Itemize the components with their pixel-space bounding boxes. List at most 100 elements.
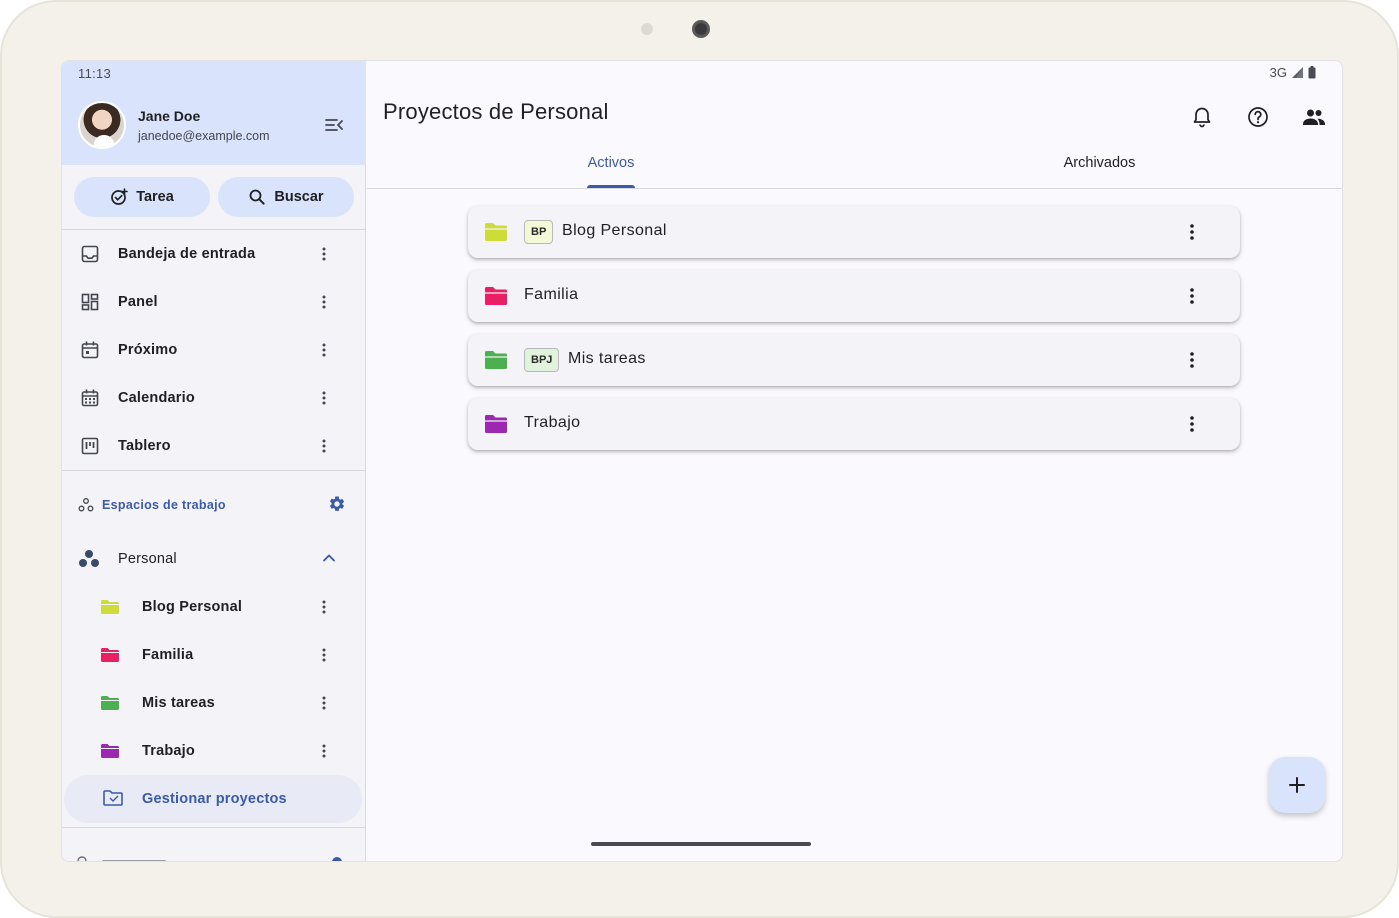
top-actions bbox=[1182, 97, 1334, 137]
plus-icon bbox=[1289, 777, 1305, 793]
more-options-icon[interactable] bbox=[1180, 284, 1204, 308]
more-options-icon[interactable] bbox=[314, 244, 334, 264]
nav-item-label: Panel bbox=[118, 294, 158, 310]
project-label: Mis tareas bbox=[142, 695, 215, 711]
more-options-icon[interactable] bbox=[314, 645, 334, 665]
divider bbox=[62, 827, 366, 828]
project-label: Blog Personal bbox=[142, 599, 243, 615]
bell-icon bbox=[1193, 107, 1211, 128]
tab-indicator bbox=[587, 185, 635, 188]
workspaces-header: Espacios de trabajo bbox=[62, 485, 366, 525]
tab-archived[interactable]: Archivados bbox=[855, 155, 1342, 171]
project-name: Trabajo bbox=[524, 414, 581, 431]
project-badge: BPJ bbox=[524, 348, 560, 372]
more-options-icon[interactable] bbox=[314, 292, 334, 312]
more-options-icon[interactable] bbox=[314, 388, 334, 408]
folder-icon bbox=[484, 350, 508, 375]
project-card-mis-tareas[interactable]: BPJ Mis tareas bbox=[468, 334, 1240, 386]
members-button[interactable] bbox=[1294, 97, 1334, 137]
page-title: Proyectos de Personal bbox=[383, 99, 609, 124]
nav-item-label: Bandeja de entrada bbox=[118, 246, 256, 262]
network-type: 3G bbox=[1269, 65, 1287, 80]
more-options-icon[interactable] bbox=[314, 436, 334, 456]
notifications-button[interactable] bbox=[1182, 97, 1222, 137]
add-task-icon bbox=[111, 188, 128, 205]
avatar[interactable] bbox=[78, 101, 126, 149]
sensor-dot bbox=[641, 23, 653, 35]
search-button[interactable]: Buscar bbox=[218, 177, 354, 217]
divider bbox=[62, 470, 366, 471]
calendar-today-icon bbox=[78, 338, 102, 362]
more-options-icon[interactable] bbox=[314, 340, 334, 360]
folder-icon bbox=[100, 599, 120, 620]
dashboard-icon bbox=[78, 290, 102, 314]
new-task-label: Tarea bbox=[136, 189, 174, 205]
battery-icon bbox=[1308, 66, 1316, 79]
search-icon bbox=[250, 189, 266, 205]
tabs: Activos Archivados bbox=[367, 147, 1342, 189]
people-icon bbox=[1303, 109, 1325, 125]
home-indicator[interactable] bbox=[591, 842, 811, 846]
quick-actions: Tarea Buscar bbox=[74, 177, 354, 217]
project-badge: BP bbox=[524, 220, 554, 244]
folder-manage-icon bbox=[102, 789, 124, 812]
workspace-personal[interactable]: Personal bbox=[62, 535, 366, 583]
tab-active[interactable]: Activos bbox=[367, 155, 855, 171]
gear-icon[interactable] bbox=[328, 495, 346, 518]
folder-icon bbox=[100, 695, 120, 716]
search-label: Buscar bbox=[274, 189, 324, 205]
workspaces-icon bbox=[78, 497, 94, 518]
nav-item-label: Próximo bbox=[118, 342, 178, 358]
project-item-mis-tareas[interactable]: Mis tareas bbox=[62, 679, 366, 727]
chevron-up-icon[interactable] bbox=[320, 549, 338, 572]
inbox-icon bbox=[78, 242, 102, 266]
new-task-button[interactable]: Tarea bbox=[74, 177, 210, 217]
more-options-icon[interactable] bbox=[314, 741, 334, 761]
nav-item-panel[interactable]: Panel bbox=[62, 278, 366, 326]
add-project-button[interactable] bbox=[1269, 757, 1325, 813]
next-section-peek bbox=[62, 839, 366, 861]
workspace-label: Personal bbox=[118, 551, 177, 567]
collapse-drawer-button[interactable] bbox=[320, 113, 348, 137]
project-item-familia[interactable]: Familia bbox=[62, 631, 366, 679]
more-options-icon[interactable] bbox=[314, 597, 334, 617]
folder-icon bbox=[100, 647, 120, 668]
manage-projects-label: Gestionar proyectos bbox=[142, 791, 287, 807]
more-options-icon[interactable] bbox=[314, 693, 334, 713]
manage-projects-button[interactable]: Gestionar proyectos bbox=[64, 775, 362, 823]
menu-open-icon bbox=[325, 119, 343, 131]
drawer-header: 11:13 Jane Doe janedoe@example.com bbox=[62, 61, 366, 165]
navigation-drawer: 11:13 Jane Doe janedoe@example.com Tarea… bbox=[62, 61, 366, 861]
signal-icon bbox=[1292, 67, 1303, 78]
status-time: 11:13 bbox=[78, 66, 112, 81]
nav-item-calendar[interactable]: Calendario bbox=[62, 374, 366, 422]
more-options-icon[interactable] bbox=[1180, 348, 1204, 372]
nav-item-inbox[interactable]: Bandeja de entrada bbox=[62, 230, 366, 278]
folder-icon bbox=[484, 286, 508, 311]
project-label: Trabajo bbox=[142, 743, 195, 759]
nav-item-board[interactable]: Tablero bbox=[62, 422, 366, 470]
user-email: janedoe@example.com bbox=[138, 129, 270, 143]
help-button[interactable] bbox=[1238, 97, 1278, 137]
folder-icon bbox=[484, 414, 508, 439]
help-icon bbox=[1248, 107, 1268, 127]
workspace-dots-icon bbox=[78, 549, 100, 574]
folder-icon bbox=[100, 743, 120, 764]
project-item-blog-personal[interactable]: Blog Personal bbox=[62, 583, 366, 631]
board-icon bbox=[78, 434, 102, 458]
project-card-blog-personal[interactable]: BP Blog Personal bbox=[468, 206, 1240, 258]
more-options-icon[interactable] bbox=[1180, 220, 1204, 244]
folder-icon bbox=[484, 222, 508, 247]
project-card-familia[interactable]: Familia bbox=[468, 270, 1240, 322]
app-screen: 11:13 Jane Doe janedoe@example.com Tarea… bbox=[61, 60, 1343, 862]
nav-item-upcoming[interactable]: Próximo bbox=[62, 326, 366, 374]
calendar-month-icon bbox=[78, 386, 102, 410]
more-options-icon[interactable] bbox=[1180, 412, 1204, 436]
main-content: 3G Proyectos de Personal Activos Archiva… bbox=[367, 61, 1342, 861]
nav-item-label: Tablero bbox=[118, 438, 171, 454]
status-bar: 3G bbox=[1270, 65, 1316, 80]
workspaces-label: Espacios de trabajo bbox=[102, 498, 226, 512]
project-card-trabajo[interactable]: Trabajo bbox=[468, 398, 1240, 450]
project-item-trabajo[interactable]: Trabajo bbox=[62, 727, 366, 775]
project-name: Mis tareas bbox=[568, 350, 646, 367]
